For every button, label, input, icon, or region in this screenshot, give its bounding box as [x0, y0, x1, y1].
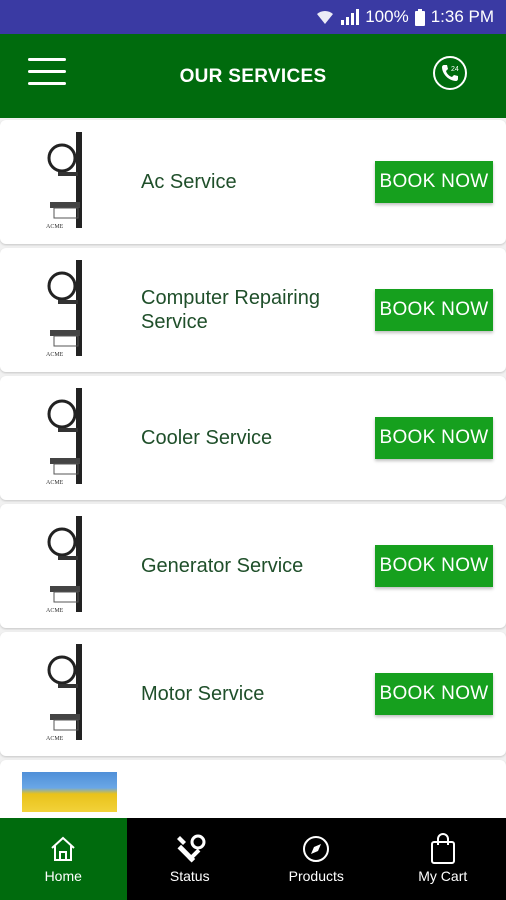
status-bar: 100% 1:36 PM — [0, 0, 506, 34]
signal-icon — [341, 9, 360, 25]
tools-icon — [174, 834, 206, 864]
app-bar: OUR SERVICES 24 — [0, 34, 506, 118]
call-badge: 24 — [451, 66, 459, 73]
nav-my-cart[interactable]: My Cart — [380, 818, 506, 900]
compass-icon — [301, 834, 331, 864]
book-now-button[interactable]: BOOK NOW — [375, 673, 493, 715]
services-list: ACME Ac Service BOOK NOW ACME Computer R… — [0, 120, 506, 888]
service-name: Motor Service — [141, 683, 265, 705]
svg-text:ACME: ACME — [46, 736, 64, 742]
book-now-button[interactable]: BOOK NOW — [375, 289, 493, 331]
battery-percent: 100% — [365, 7, 409, 26]
bottom-nav: Home Status Products My Cart — [0, 818, 506, 900]
page-title: OUR SERVICES — [179, 66, 327, 87]
service-name: Computer Repairing Service — [141, 287, 320, 333]
book-now-button[interactable]: BOOK NOW — [375, 161, 493, 203]
list-item: ACME Computer Repairing Service BOOK NOW — [0, 248, 506, 372]
nav-label: Home — [44, 868, 82, 884]
battery-icon — [414, 8, 425, 26]
list-item: ACME Cooler Service BOOK NOW — [0, 376, 506, 500]
flower-image — [22, 772, 117, 812]
wifi-icon — [315, 9, 335, 25]
drill-press-image: ACME — [46, 132, 92, 230]
home-icon — [49, 834, 77, 864]
list-item: ACME Generator Service BOOK NOW — [0, 504, 506, 628]
svg-text:ACME: ACME — [46, 224, 64, 230]
nav-label: Status — [169, 868, 210, 884]
drill-press-image: ACME — [46, 388, 92, 486]
nav-label: My Cart — [418, 868, 468, 884]
nav-status[interactable]: Status — [127, 818, 254, 900]
service-name: Generator Service — [141, 555, 304, 577]
nav-home[interactable]: Home — [0, 818, 127, 900]
nav-label: Products — [288, 868, 344, 884]
book-now-button[interactable]: BOOK NOW — [375, 545, 493, 587]
svg-text:ACME: ACME — [46, 480, 64, 486]
drill-press-image: ACME — [46, 260, 92, 358]
service-name: Ac Service — [141, 171, 237, 193]
service-name: Cooler Service — [141, 427, 273, 449]
svg-text:ACME: ACME — [46, 608, 64, 614]
svg-text:ACME: ACME — [46, 352, 64, 358]
clock: 1:36 PM — [430, 7, 494, 26]
list-item: ACME Ac Service BOOK NOW — [0, 120, 506, 244]
phone-24-icon[interactable]: 24 — [433, 56, 467, 90]
book-now-button[interactable]: BOOK NOW — [375, 417, 493, 459]
drill-press-image: ACME — [46, 644, 92, 742]
shopping-bag-icon — [429, 833, 457, 864]
nav-products[interactable]: Products — [253, 818, 380, 900]
list-item: ACME Motor Service BOOK NOW — [0, 632, 506, 756]
drill-press-image: ACME — [46, 516, 92, 614]
